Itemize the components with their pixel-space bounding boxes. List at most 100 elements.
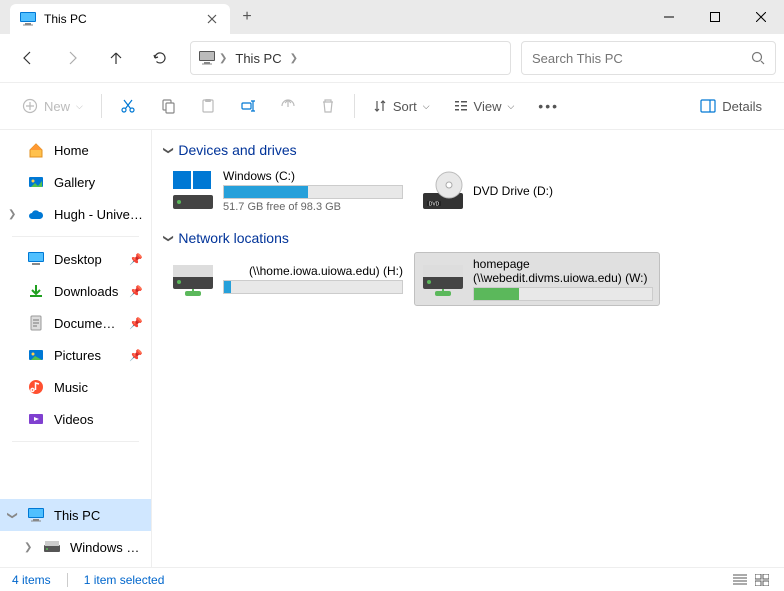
status-item-count: 4 items [12, 573, 51, 587]
chevron-right-icon[interactable]: ❯ [24, 542, 32, 553]
sidebar-item-gallery[interactable]: Gallery [0, 166, 151, 198]
plus-circle-icon [22, 98, 38, 114]
close-window-button[interactable] [738, 0, 784, 34]
back-button[interactable] [8, 40, 48, 76]
view-icon [454, 99, 468, 113]
details-view-button[interactable] [730, 571, 750, 589]
search-box[interactable] [521, 41, 776, 75]
view-button[interactable]: View ⌵ [444, 89, 525, 123]
drive-windows-c[interactable]: Windows (C:) 51.7 GB free of 98.3 GB [164, 164, 410, 218]
gallery-icon [28, 174, 44, 190]
more-button[interactable]: ••• [528, 89, 569, 123]
sort-icon [373, 99, 387, 113]
pin-icon: 📌 [129, 285, 143, 298]
sort-button[interactable]: Sort ⌵ [363, 89, 440, 123]
window-controls [646, 0, 784, 34]
chevron-down-icon[interactable]: ❯ [7, 511, 18, 519]
cut-button[interactable] [110, 89, 146, 123]
search-input[interactable] [532, 51, 751, 66]
drive-icon [171, 169, 215, 213]
pin-icon: 📌 [129, 349, 143, 362]
monitor-icon [20, 11, 36, 27]
details-pane-button[interactable]: Details [690, 89, 772, 123]
sidebar-item-music[interactable]: Music [0, 371, 151, 403]
usage-bar [473, 287, 653, 301]
svg-text:DVD: DVD [429, 202, 440, 208]
download-icon [28, 283, 44, 299]
chevron-right-icon[interactable]: ❯ [219, 53, 227, 64]
chevron-down-icon: ❯ [163, 234, 174, 242]
minimize-button[interactable] [646, 0, 692, 34]
refresh-button[interactable] [140, 40, 180, 76]
tab-title: This PC [44, 12, 196, 26]
monitor-icon [199, 50, 215, 66]
address-location[interactable]: This PC [231, 49, 285, 68]
details-pane-icon [700, 99, 716, 113]
group-devices[interactable]: ❯ Devices and drives [156, 138, 780, 162]
usage-bar [223, 185, 403, 199]
toolbar: New ⌵ Sort ⌵ View ⌵ ••• Details [0, 82, 784, 130]
network-drive-icon [421, 257, 465, 301]
copy-icon [160, 98, 176, 114]
sidebar-item-documents[interactable]: Documents 📌 [0, 307, 151, 339]
videos-icon [28, 411, 44, 427]
tab-thispc[interactable]: This PC [10, 4, 230, 34]
dvd-drive-icon: DVD [421, 169, 465, 213]
rename-icon [240, 98, 256, 114]
delete-button[interactable] [310, 89, 346, 123]
share-button[interactable] [270, 89, 306, 123]
scissors-icon [120, 98, 136, 114]
content-pane: ❯ Devices and drives Windows (C:) 51.7 G… [152, 130, 784, 567]
up-button[interactable] [96, 40, 136, 76]
paste-button[interactable] [190, 89, 226, 123]
sidebar-item-home[interactable]: Home [0, 134, 151, 166]
clipboard-icon [200, 98, 216, 114]
trash-icon [320, 98, 336, 114]
large-icons-view-button[interactable] [752, 571, 772, 589]
cloud-icon [28, 206, 44, 222]
status-selected-count: 1 item selected [84, 573, 165, 587]
rename-button[interactable] [230, 89, 266, 123]
share-icon [280, 98, 296, 114]
sidebar-item-onedrive[interactable]: ❯ Hugh - University [0, 198, 151, 230]
desktop-icon [28, 251, 44, 267]
new-tab-button[interactable]: + [230, 0, 264, 34]
chevron-down-icon: ⌵ [423, 101, 430, 112]
usage-bar [223, 280, 403, 294]
sidebar-item-windows-c[interactable]: ❯ Windows (C:) [0, 531, 151, 563]
pin-icon: 📌 [129, 317, 143, 330]
navigation-pane: Home Gallery ❯ Hugh - University Desktop… [0, 130, 152, 567]
tab-close-button[interactable] [204, 11, 220, 27]
titlebar: This PC + [0, 0, 784, 34]
pin-icon: 📌 [129, 253, 143, 266]
music-icon [28, 379, 44, 395]
sidebar-item-desktop[interactable]: Desktop 📌 [0, 243, 151, 275]
group-network[interactable]: ❯ Network locations [156, 226, 780, 250]
drive-dvd-d[interactable]: DVD DVD Drive (D:) [414, 164, 660, 218]
new-button[interactable]: New ⌵ [12, 89, 93, 123]
sidebar-item-videos[interactable]: Videos [0, 403, 151, 435]
forward-button[interactable] [52, 40, 92, 76]
network-drive-icon [171, 257, 215, 301]
search-icon [751, 51, 765, 65]
drive-network-h[interactable]: (\\home.iowa.uiowa.edu) (H:) [164, 252, 410, 306]
chevron-right-icon[interactable]: ❯ [8, 209, 16, 220]
monitor-icon [28, 507, 44, 523]
maximize-button[interactable] [692, 0, 738, 34]
drive-icon [44, 539, 60, 555]
chevron-down-icon: ❯ [163, 146, 174, 154]
documents-icon [28, 315, 44, 331]
sidebar-item-thispc[interactable]: ❯ This PC [0, 499, 151, 531]
pictures-icon [28, 347, 44, 363]
chevron-down-icon: ⌵ [507, 101, 514, 112]
status-bar: 4 items 1 item selected [0, 567, 784, 591]
navbar: ❯ This PC ❯ [0, 34, 784, 82]
chevron-right-icon[interactable]: ❯ [290, 53, 298, 64]
chevron-down-icon: ⌵ [76, 101, 83, 112]
sidebar-item-downloads[interactable]: Downloads 📌 [0, 275, 151, 307]
sidebar-item-pictures[interactable]: Pictures 📌 [0, 339, 151, 371]
drive-network-w[interactable]: homepage (\\webedit.divms.uiowa.edu) (W:… [414, 252, 660, 306]
address-bar[interactable]: ❯ This PC ❯ [190, 41, 511, 75]
home-icon [28, 142, 44, 158]
copy-button[interactable] [150, 89, 186, 123]
